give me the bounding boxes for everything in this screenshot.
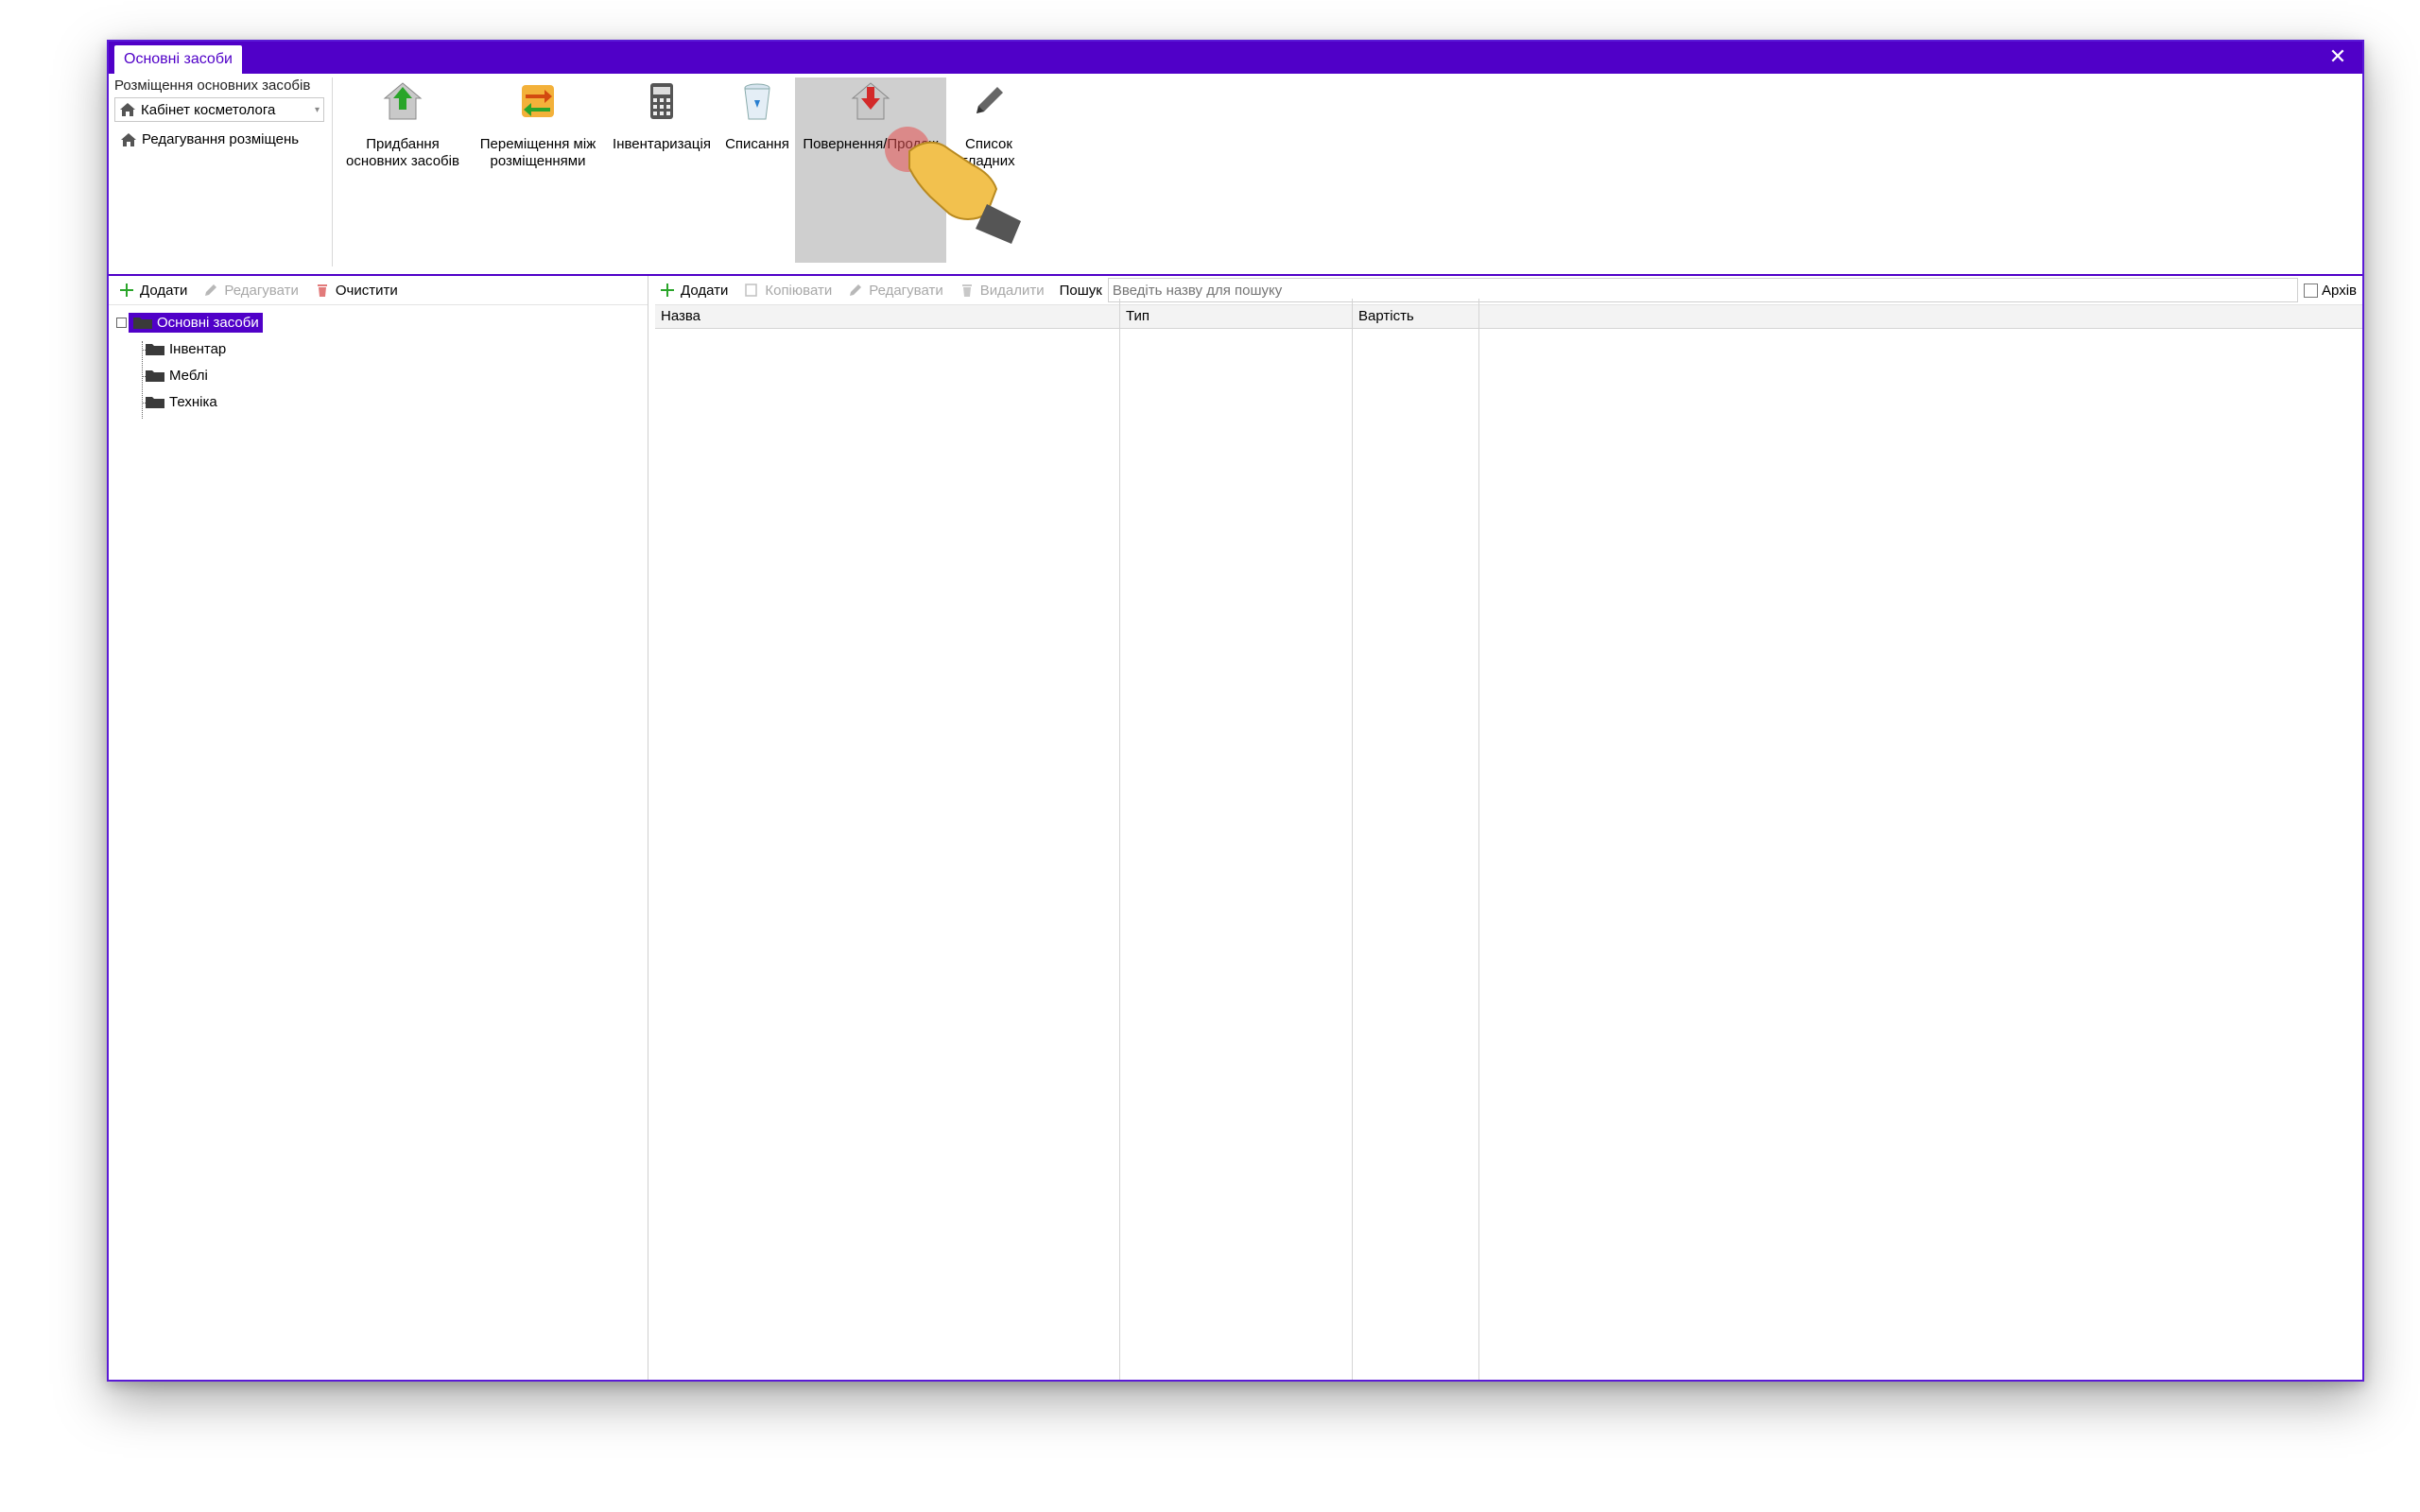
assets-grid-header: Назва Тип Вартість xyxy=(655,305,2362,329)
house-red-arrow-icon xyxy=(851,82,890,120)
return-sale-button[interactable]: Повернення/Продаж xyxy=(795,77,946,263)
ribbon: Розміщення основних засобів Кабінет косм… xyxy=(109,74,2362,276)
collapse-icon[interactable] xyxy=(116,317,127,328)
tree-item-equipment[interactable]: Техніка xyxy=(109,388,648,415)
placement-select-value: Кабінет косметолога xyxy=(141,101,276,118)
pencil-icon xyxy=(977,87,1003,113)
copy-asset-label: Копіювати xyxy=(765,282,833,299)
copy-icon xyxy=(745,284,758,297)
write-off-label: Списання xyxy=(725,136,789,152)
archive-checkbox[interactable]: Архів xyxy=(2304,283,2357,299)
clear-categories-button[interactable]: Очистити xyxy=(314,282,398,299)
edit-placements-label: Редагування розміщень xyxy=(142,131,300,147)
tab-fixed-assets[interactable]: Основні засоби xyxy=(114,45,242,74)
folder-icon xyxy=(146,397,164,408)
purchase-assets-button[interactable]: Придбання основних засобів xyxy=(334,77,472,263)
swap-arrows-icon xyxy=(522,85,554,117)
assets-window: Основні засоби ✕ Розміщення основних зас… xyxy=(107,40,2364,1382)
pencil-icon xyxy=(205,284,217,296)
tree-item-fixed-assets[interactable]: Основні засоби xyxy=(109,309,648,335)
return-sale-label: Повернення/Продаж xyxy=(803,136,939,152)
copy-asset-button[interactable]: Копіювати xyxy=(743,282,832,299)
trash-icon xyxy=(317,284,327,297)
edit-asset-label: Редагувати xyxy=(869,282,943,299)
folder-icon xyxy=(146,370,164,382)
archive-label: Архів xyxy=(2322,282,2357,299)
search-input[interactable] xyxy=(1107,278,2299,302)
list-label: Список гладних xyxy=(962,136,1015,169)
tree-root-label: Основні засоби xyxy=(157,314,259,331)
tree-item-label: Меблі xyxy=(169,367,208,384)
house-green-arrow-icon xyxy=(383,82,423,120)
add-asset-button[interactable]: Додати xyxy=(659,282,728,299)
add-asset-label: Додати xyxy=(681,282,729,299)
trash-icon xyxy=(961,284,972,297)
placement-select[interactable]: Кабінет косметолога ▾ xyxy=(114,97,324,122)
delete-asset-label: Видалити xyxy=(979,282,1045,299)
delete-asset-button[interactable]: Видалити xyxy=(959,282,1045,299)
inventory-label: Інвентаризація xyxy=(613,136,711,152)
inventory-button[interactable]: Інвентаризація xyxy=(604,77,719,263)
edit-placements-button[interactable]: Редагування розміщень xyxy=(114,131,332,147)
column-header-value[interactable]: Вартість xyxy=(1353,305,1479,328)
tree-item-inventory[interactable]: Інвентар xyxy=(109,335,648,362)
categories-toolbar: Додати Редагувати Очистити xyxy=(109,276,648,305)
trash-bin-icon xyxy=(744,83,770,120)
add-category-button[interactable]: Додати xyxy=(118,282,187,299)
edit-category-label: Редагувати xyxy=(224,282,299,299)
list-button[interactable]: Список гладних xyxy=(946,77,1031,263)
write-off-button[interactable]: Списання xyxy=(719,77,795,263)
folder-icon xyxy=(146,344,164,355)
title-bar: Основні засоби ✕ xyxy=(109,42,2362,74)
column-header-type[interactable]: Тип xyxy=(1120,305,1353,328)
tree-item-label: Техніка xyxy=(169,393,217,410)
calculator-icon xyxy=(650,83,673,119)
tree-item-furniture[interactable]: Меблі xyxy=(109,362,648,388)
placement-group-title: Розміщення основних засобів xyxy=(114,77,311,94)
move-between-placements-button[interactable]: Переміщення між розміщеннями xyxy=(472,77,604,263)
edit-category-button[interactable]: Редагувати xyxy=(202,282,299,299)
move-between-placements-label: Переміщення між розміщеннями xyxy=(479,136,596,169)
column-header-name[interactable]: Назва xyxy=(655,305,1120,328)
add-category-label: Додати xyxy=(140,282,188,299)
categories-pane: Додати Редагувати Очистити Основні засоб… xyxy=(109,276,648,1380)
grid-column-divider xyxy=(1119,299,1120,1380)
assets-pane: Додати Копіювати Редагувати Видалити Пош… xyxy=(655,276,2362,1380)
search-label: Пошук xyxy=(1059,282,1102,299)
edit-asset-button[interactable]: Редагувати xyxy=(847,282,943,299)
category-tree: Основні засоби Інвентар Меблі Техніка xyxy=(109,305,648,419)
clear-categories-label: Очистити xyxy=(335,282,398,299)
checkbox-icon[interactable] xyxy=(2304,283,2319,298)
content-area: Додати Редагувати Очистити Основні засоб… xyxy=(109,276,2362,1380)
placement-group: Розміщення основних засобів Кабінет косм… xyxy=(114,77,333,266)
plus-icon xyxy=(120,284,133,297)
folder-icon xyxy=(133,318,152,329)
home-icon xyxy=(120,103,135,116)
close-button[interactable]: ✕ xyxy=(2325,43,2351,70)
home-icon xyxy=(121,132,136,146)
plus-icon xyxy=(661,284,674,297)
tree-item-label: Інвентар xyxy=(169,340,227,357)
chevron-down-icon: ▾ xyxy=(314,104,320,115)
grid-column-divider xyxy=(1478,299,1479,1380)
pencil-icon xyxy=(850,284,862,296)
purchase-assets-label: Придбання основних засобів xyxy=(346,136,459,169)
assets-toolbar: Додати Копіювати Редагувати Видалити Пош… xyxy=(655,276,2362,305)
grid-column-divider xyxy=(1352,299,1353,1380)
